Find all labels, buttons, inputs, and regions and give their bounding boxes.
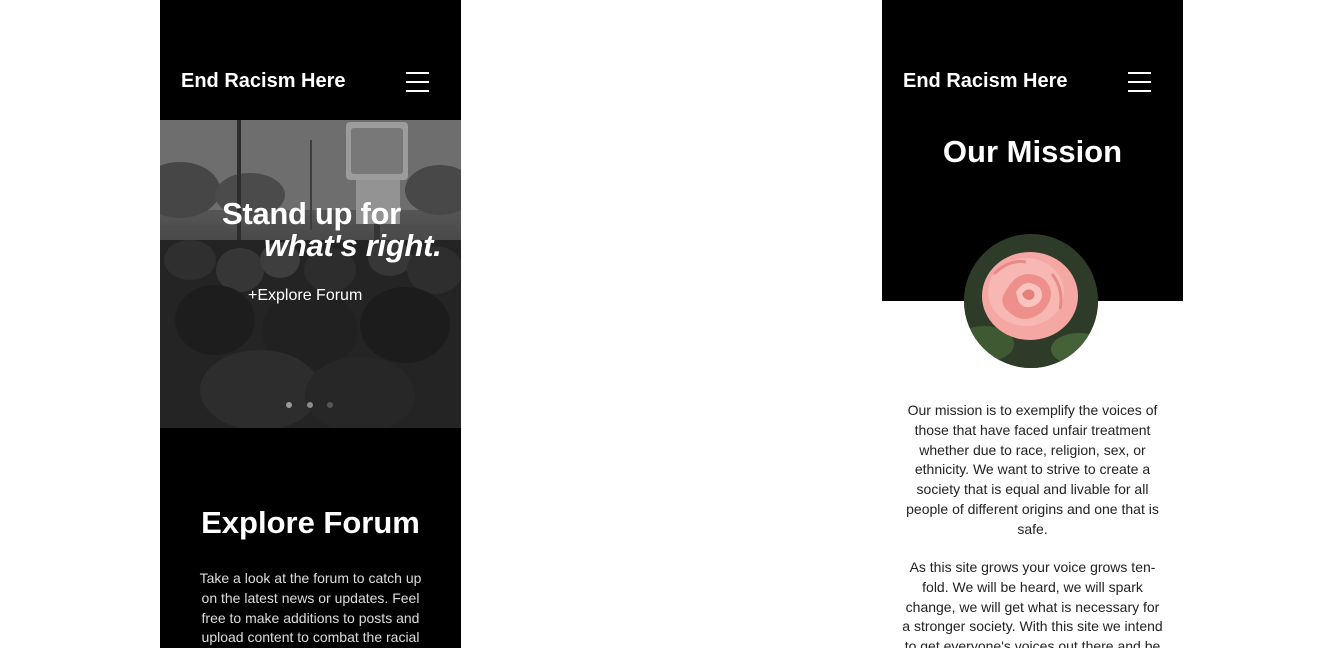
our-mission-heading: Our Mission <box>942 134 1123 169</box>
mobile-page-home: End Racism Here Stand up for what's righ… <box>160 0 461 648</box>
hamburger-menu-icon[interactable] <box>1128 71 1152 93</box>
site-title[interactable]: End Racism Here <box>903 70 1068 93</box>
hero-headline-line2: what's right. <box>264 228 442 263</box>
site-title[interactable]: End Racism Here <box>181 70 346 93</box>
slide-dot-3[interactable] <box>327 402 333 408</box>
hero-slideshow: Stand up for what's right. +Explore Foru… <box>160 120 461 428</box>
rose-image <box>964 234 1098 368</box>
mobile-page-mission: End Racism Here Our Mission Our mission … <box>882 0 1183 648</box>
slide-dot-1[interactable] <box>286 402 292 408</box>
site-header: End Racism Here <box>160 0 461 120</box>
site-header: End Racism Here <box>882 0 1183 120</box>
hero-headline-line1: Stand up for <box>222 196 401 231</box>
explore-forum-link[interactable]: +Explore Forum <box>248 287 362 305</box>
explore-forum-heading: Explore Forum <box>201 505 420 540</box>
slide-dot-2[interactable] <box>307 402 313 408</box>
mission-paragraph-1: Our mission is to exemplify the voices o… <box>906 402 1159 537</box>
protest-photo <box>160 120 461 428</box>
mission-paragraph-2: As this site grows your voice grows ten-… <box>902 559 1163 648</box>
explore-forum-text: Take a look at the forum to catch up on … <box>199 570 422 646</box>
hamburger-menu-icon[interactable] <box>406 71 430 93</box>
